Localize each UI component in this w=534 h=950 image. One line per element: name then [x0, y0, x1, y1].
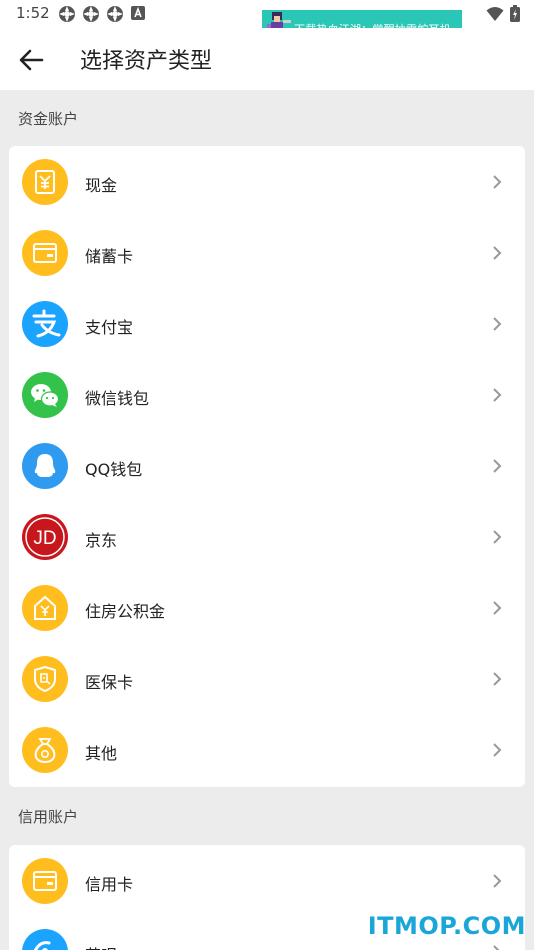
- credit-card-icon: [22, 858, 68, 904]
- chevron-right-icon: [493, 530, 502, 544]
- asset-type-qq-wallet[interactable]: QQ钱包: [9, 430, 525, 502]
- debit-card-icon: [22, 230, 68, 276]
- asset-type-housing-fund[interactable]: 住房公积金: [9, 572, 525, 644]
- money-bag-icon: [22, 727, 68, 773]
- asset-type-label: 医保卡: [85, 673, 134, 692]
- status-system-icons: [486, 5, 520, 22]
- asset-type-label: 储蓄卡: [85, 247, 134, 266]
- asset-type-label: QQ钱包: [85, 460, 143, 479]
- asset-type-debit-card[interactable]: 储蓄卡: [9, 217, 525, 289]
- status-time: 1:52: [16, 4, 50, 22]
- asset-type-label: 京东: [85, 531, 118, 550]
- qq-icon: [22, 443, 68, 489]
- notification-a-icon: [131, 6, 145, 20]
- jd-icon: JD: [22, 514, 68, 560]
- battery-icon: [510, 5, 520, 22]
- chevron-right-icon: [493, 874, 502, 888]
- section-header-credit-accounts: 信用账户: [18, 808, 79, 826]
- notification-app-icon: [107, 6, 123, 22]
- asset-type-label: 住房公积金: [85, 602, 166, 621]
- cash-icon: [22, 159, 68, 205]
- wechat-icon: [22, 372, 68, 418]
- svg-text:JD: JD: [33, 528, 56, 549]
- wifi-icon: [486, 6, 504, 21]
- fund-accounts-card: 现金 储蓄卡 支付宝 微信钱包 QQ钱包 JD 京东 住房公积金 医保卡 其他: [9, 146, 525, 787]
- asset-type-medical-insurance[interactable]: 医保卡: [9, 643, 525, 715]
- chevron-right-icon: [493, 601, 502, 615]
- status-notification-icons: [58, 5, 146, 23]
- notification-app-icon: [59, 6, 75, 22]
- chevron-right-icon: [493, 459, 502, 473]
- asset-type-label: 信用卡: [85, 875, 134, 894]
- app-bar: 选择资产类型: [0, 28, 534, 90]
- asset-type-label: 微信钱包: [85, 389, 150, 408]
- section-header-fund-accounts: 资金账户: [18, 110, 79, 128]
- asset-type-alipay[interactable]: 支付宝: [9, 288, 525, 360]
- alipay-icon: [22, 301, 68, 347]
- asset-type-wechat-wallet[interactable]: 微信钱包: [9, 359, 525, 431]
- asset-type-jd[interactable]: JD 京东: [9, 501, 525, 573]
- chevron-right-icon: [493, 246, 502, 260]
- asset-type-credit-card[interactable]: 信用卡: [9, 845, 525, 917]
- chevron-right-icon: [493, 743, 502, 757]
- medical-insurance-icon: [22, 656, 68, 702]
- notification-app-icon: [83, 6, 99, 22]
- chevron-right-icon: [493, 945, 500, 950]
- asset-type-label: 花呗: [85, 942, 117, 950]
- chevron-right-icon: [493, 317, 502, 331]
- page-title: 选择资产类型: [80, 49, 213, 74]
- asset-type-other[interactable]: 其他: [9, 714, 525, 786]
- housing-fund-icon: [22, 585, 68, 631]
- chevron-right-icon: [493, 388, 502, 402]
- chevron-right-icon: [493, 672, 502, 686]
- site-watermark: ITMOP.COM: [367, 912, 526, 940]
- huabei-icon: [22, 929, 68, 950]
- chevron-right-icon: [493, 175, 502, 189]
- asset-type-label: 现金: [85, 176, 118, 195]
- back-arrow-icon[interactable]: [16, 45, 46, 75]
- asset-type-label: 其他: [85, 744, 118, 763]
- asset-type-cash[interactable]: 现金: [9, 146, 525, 218]
- asset-type-label: 支付宝: [85, 318, 134, 337]
